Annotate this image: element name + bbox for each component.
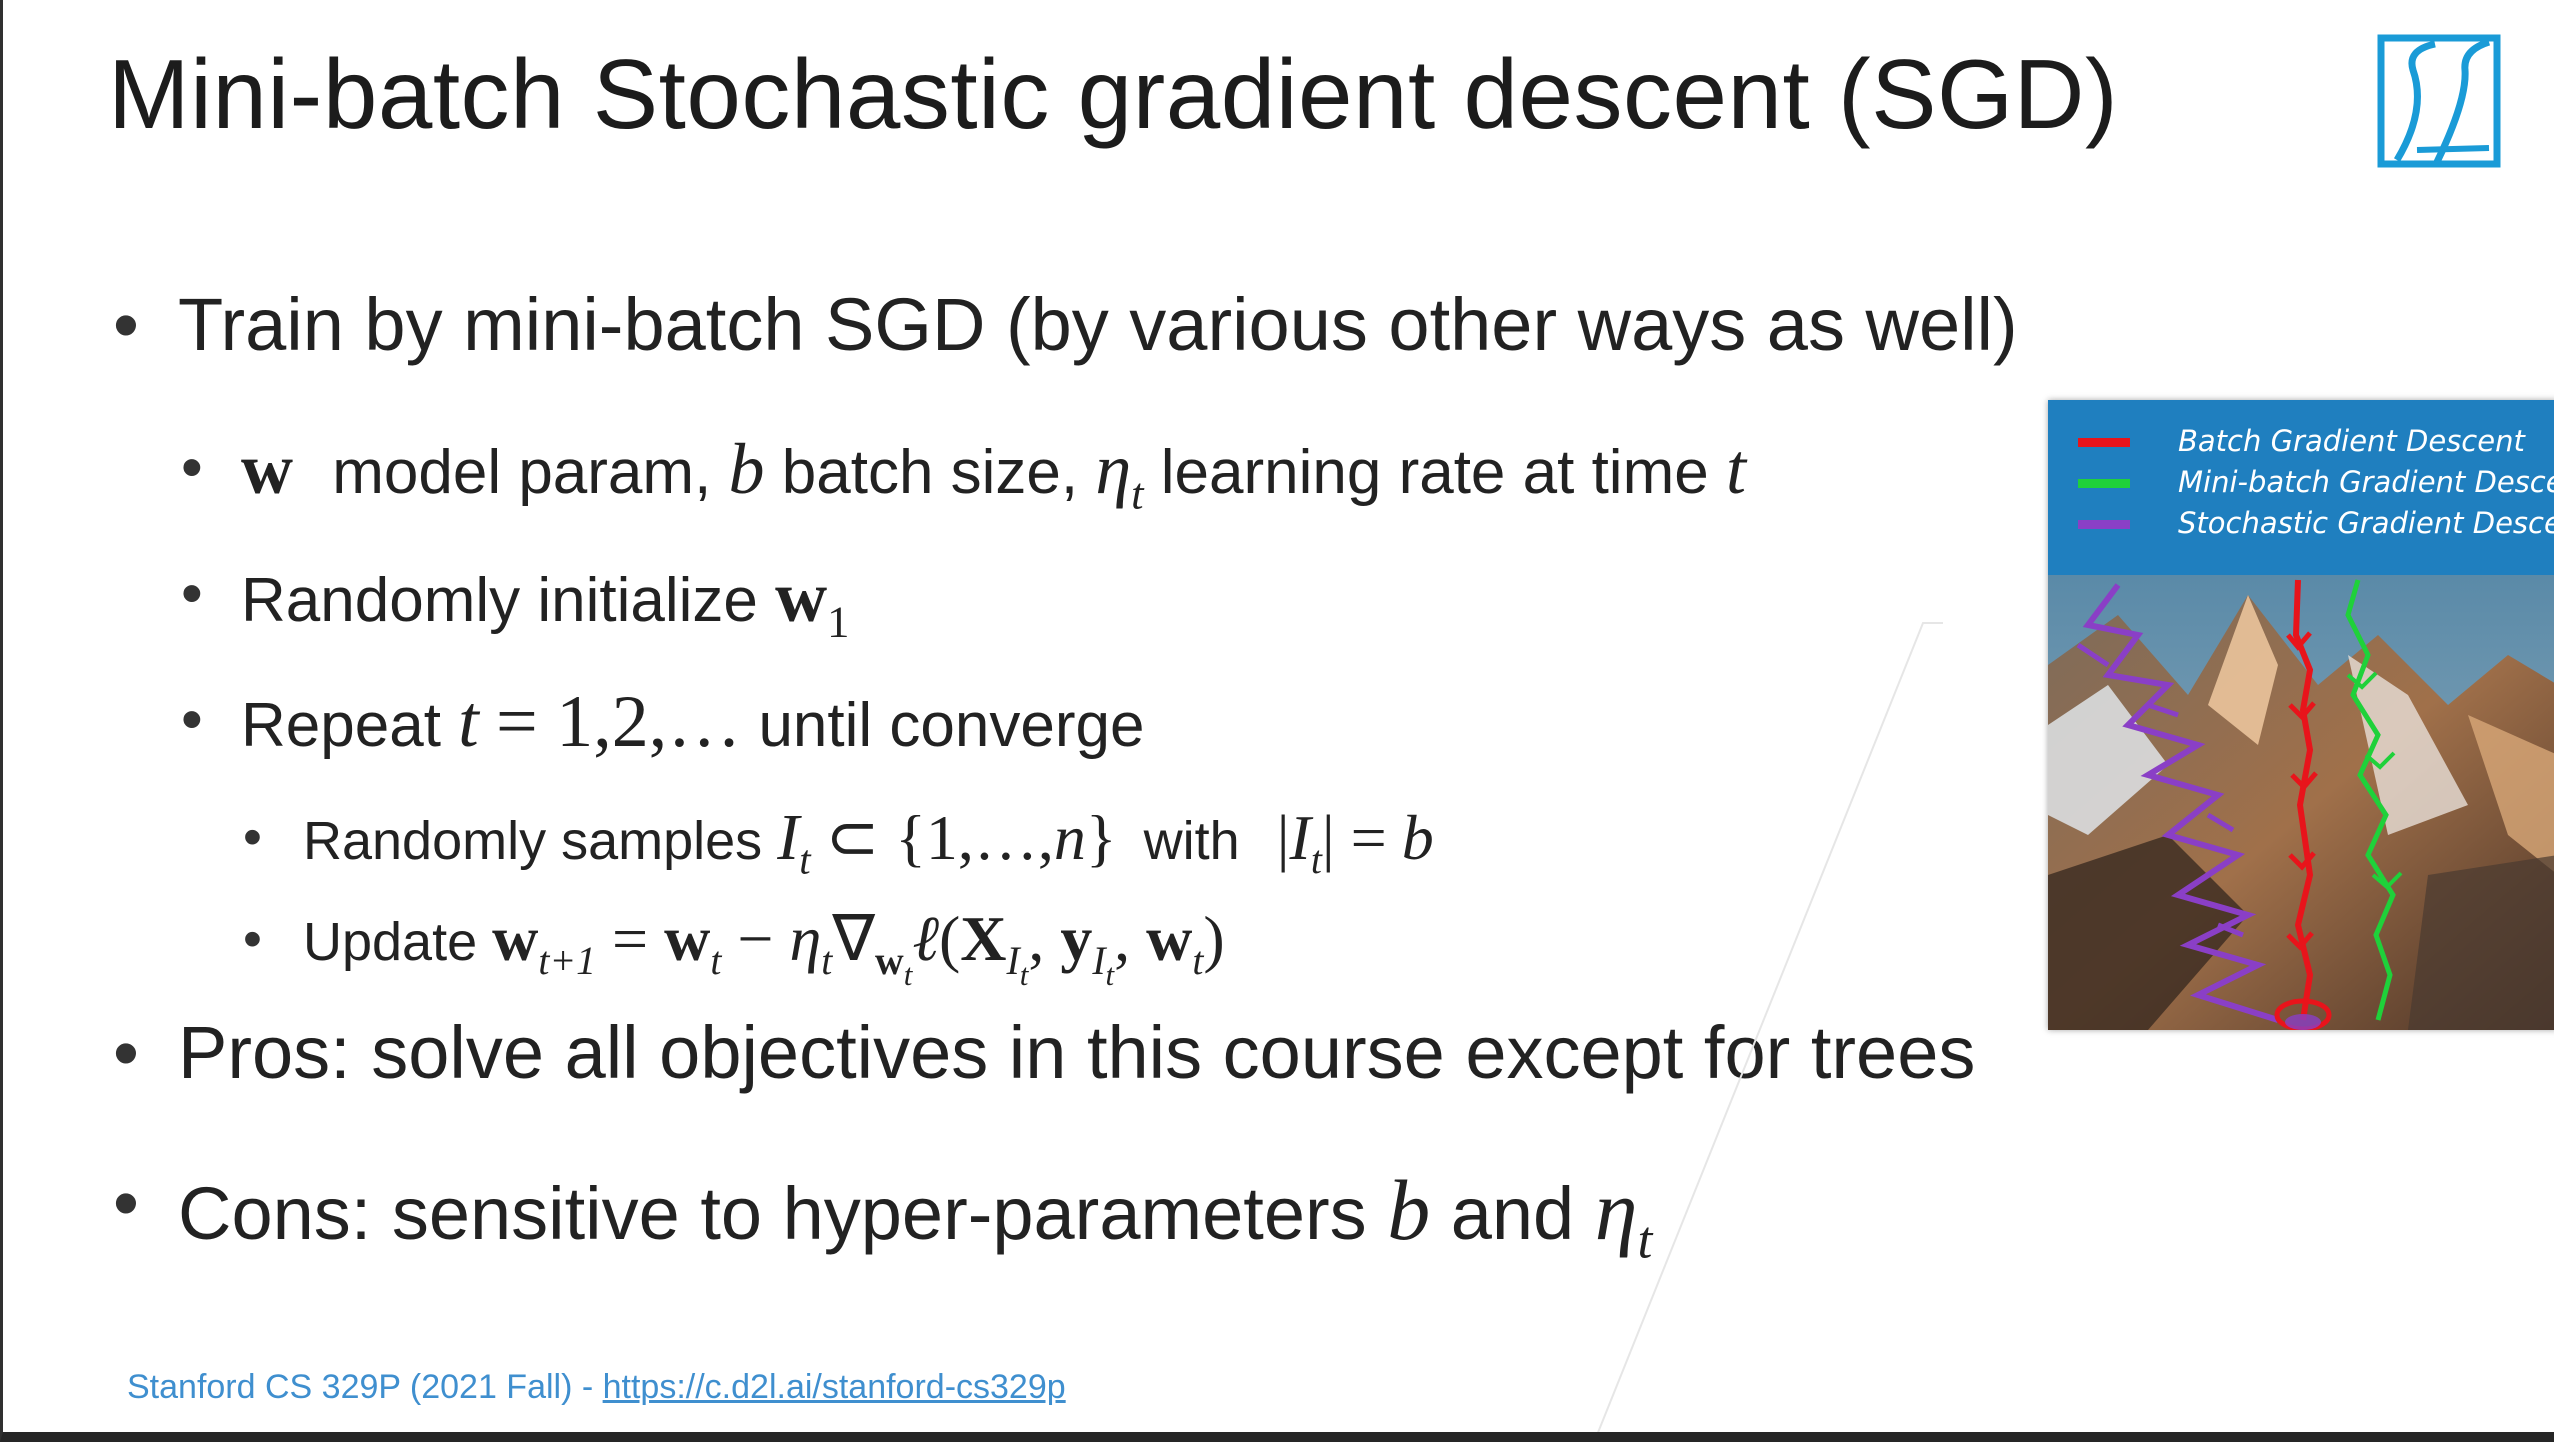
math-t: t	[1725, 429, 1746, 509]
text-cons: Cons: sensitive to hyper-parameters	[178, 1172, 1367, 1255]
math-range: = 1,2,…	[495, 681, 742, 763]
gradient-descent-figure: Batch Gradient Descent Mini-batch Gradie…	[2048, 400, 2554, 1030]
bullet-dot: •	[113, 1011, 139, 1094]
math-b: b	[1387, 1162, 1431, 1258]
footer-text: Stanford CS 329P (2021 Fall) -	[127, 1368, 603, 1406]
math-It: It	[777, 801, 811, 883]
mountain-image	[2048, 575, 2554, 1030]
math-eta: ηt	[1594, 1162, 1653, 1270]
bullet-dot: •	[181, 433, 203, 502]
legend-label-batch: Batch Gradient Descent	[2178, 424, 2525, 458]
bullet-dot: •	[181, 685, 203, 754]
bullet-init: Randomly initialize w1	[241, 556, 850, 647]
legend-label-stochastic: Stochastic Gradient Descent	[2178, 506, 2554, 540]
math-n: n	[1053, 802, 1086, 873]
bullet-model-params: w model param, b batch size, ηt learning…	[241, 428, 1746, 519]
slide-title: Mini-batch Stochastic gradient descent (…	[108, 39, 2119, 149]
d2l-logo-icon	[2377, 34, 2501, 168]
footer-citation: Stanford CS 329P (2021 Fall) - https://c…	[127, 1368, 1066, 1407]
footer-link[interactable]: https://c.d2l.ai/stanford-cs329p	[603, 1368, 1066, 1406]
text-model-param: model param,	[332, 438, 712, 507]
math-w1: w1	[775, 557, 850, 647]
legend-label-minibatch: Mini-batch Gradient Descent	[2178, 465, 2554, 499]
text-learning-rate: learning rate at time	[1160, 438, 1709, 507]
text-update: Update	[303, 912, 478, 972]
bullet-pros: Pros: solve all objectives in this cours…	[178, 1011, 1976, 1094]
text-randomly-samples: Randomly samples	[303, 811, 763, 871]
figure-legend: Batch Gradient Descent Mini-batch Gradie…	[2048, 400, 2554, 575]
bullet-dot: •	[181, 559, 203, 628]
bullet-train: Train by mini-batch SGD (by various othe…	[178, 283, 2018, 366]
text-until-converge: until converge	[758, 691, 1145, 760]
math-abs-eq: | =	[1321, 802, 1387, 873]
legend-swatch-red	[2078, 438, 2130, 447]
math-b: b	[1401, 802, 1434, 873]
bullet-cons: Cons: sensitive to hyper-parameters b an…	[178, 1160, 1653, 1270]
bullet-dot: •	[113, 283, 139, 366]
math-b: b	[728, 429, 765, 509]
math-It-abs: It	[1289, 802, 1322, 882]
bullet-dot: •	[113, 1161, 139, 1244]
math-eta: ηt	[1095, 429, 1144, 519]
text-repeat: Repeat	[241, 691, 441, 760]
math-subset: ⊂ {1,…,	[825, 802, 1054, 873]
bullet-dot: •	[243, 909, 262, 969]
text-randomly-initialize: Randomly initialize	[241, 566, 758, 635]
math-close: }	[1085, 802, 1117, 873]
math-t: t	[458, 681, 479, 763]
legend-swatch-green	[2078, 479, 2130, 488]
bullet-dot: •	[243, 807, 262, 867]
math-w: w	[241, 429, 293, 509]
math-abs-open: |	[1276, 802, 1290, 873]
math-update-rule: wt+1 = wt − ηt∇wtℓ(XIt, yIt, wt)	[492, 903, 1225, 992]
text-with: with	[1143, 811, 1240, 871]
legend-swatch-purple	[2078, 520, 2130, 529]
bullet-samples: Randomly samples It ⊂ {1,…,n} with |It| …	[303, 800, 1434, 883]
slide: Mini-batch Stochastic gradient descent (…	[0, 0, 2554, 1442]
text-batch-size: batch size,	[781, 438, 1079, 507]
text-and: and	[1450, 1172, 1575, 1255]
bullet-update: Update wt+1 = wt − ηt∇wtℓ(XIt, yIt, wt)	[303, 902, 1225, 992]
bullet-repeat: Repeat t = 1,2,… until converge	[241, 680, 1144, 765]
